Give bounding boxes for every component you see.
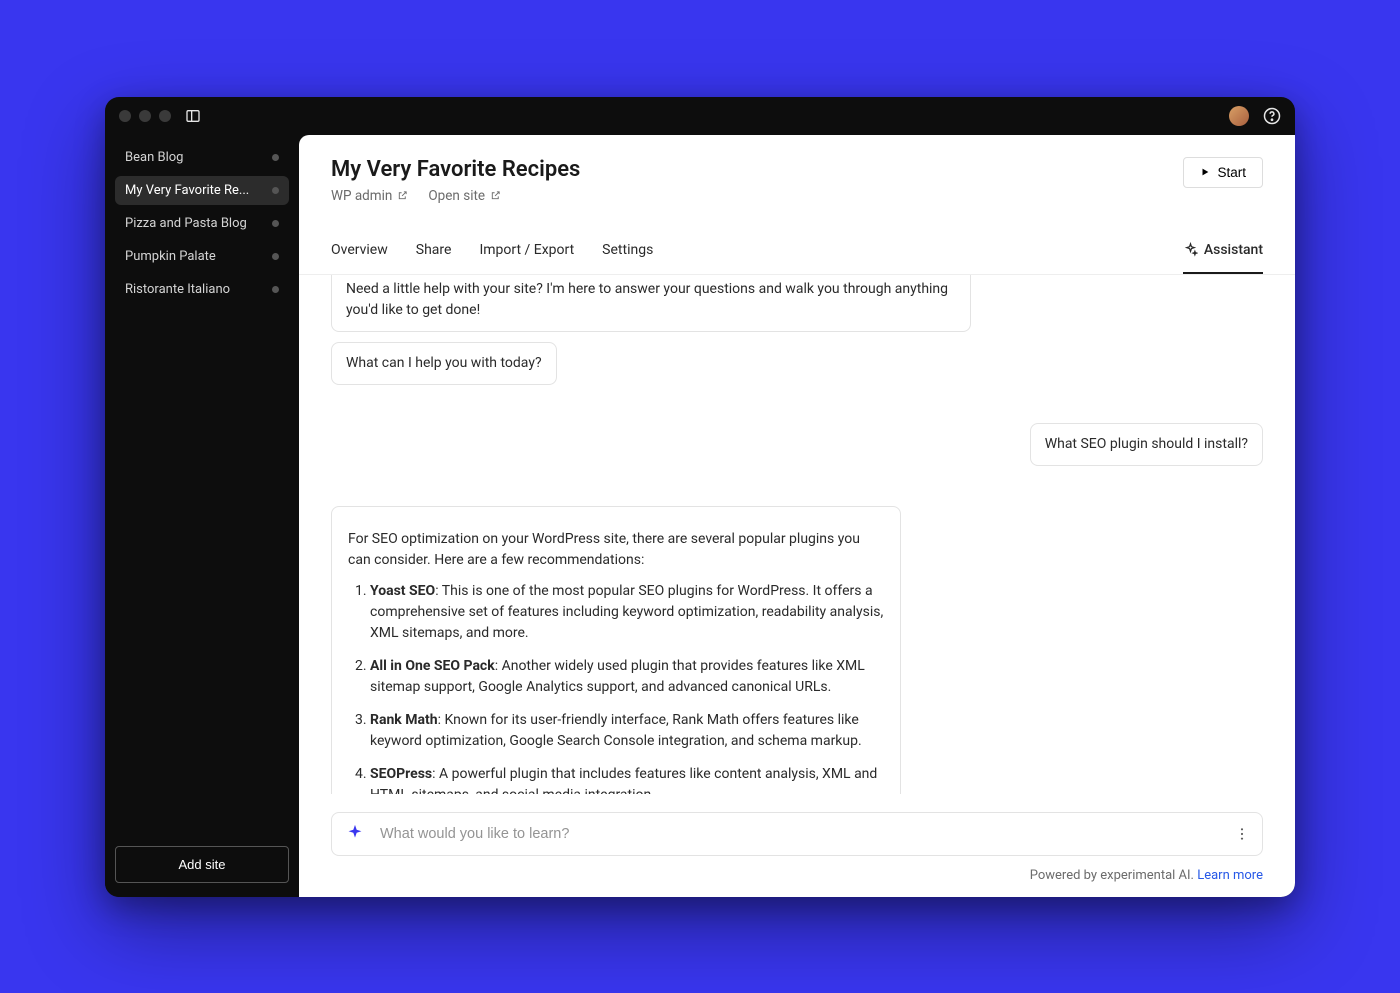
maximize-window-button[interactable] [159, 110, 171, 122]
wp-admin-link[interactable]: WP admin [331, 188, 408, 204]
status-dot-icon [272, 253, 279, 260]
status-dot-icon [272, 286, 279, 293]
status-dot-icon [272, 187, 279, 194]
avatar[interactable] [1229, 106, 1249, 126]
close-window-button[interactable] [119, 110, 131, 122]
sidebar-site-item[interactable]: Pumpkin Palate [115, 242, 289, 271]
link-label: Open site [428, 188, 485, 204]
list-item: Yoast SEO: This is one of the most popul… [370, 581, 884, 644]
page-title: My Very Favorite Recipes [331, 157, 580, 182]
tab-assistant[interactable]: Assistant [1183, 232, 1263, 274]
traffic-lights [119, 110, 171, 122]
start-button[interactable]: Start [1183, 157, 1263, 188]
sparkle-icon [1183, 242, 1198, 257]
sidebar-site-label: Pizza and Pasta Blog [125, 216, 262, 231]
help-icon[interactable] [1263, 107, 1281, 125]
status-dot-icon [272, 220, 279, 227]
add-site-button[interactable]: Add site [115, 846, 289, 883]
tab-share[interactable]: Share [416, 232, 452, 274]
footer-text: Powered by experimental AI. [1030, 868, 1198, 883]
tab-import-export[interactable]: Import / Export [479, 232, 574, 274]
sidebar-toggle-button[interactable] [185, 108, 201, 124]
user-message: What SEO plugin should I install? [1030, 423, 1263, 466]
sidebar-site-item[interactable]: My Very Favorite Re... [115, 176, 289, 205]
more-options-button[interactable] [1234, 826, 1250, 842]
minimize-window-button[interactable] [139, 110, 151, 122]
play-icon [1200, 167, 1210, 177]
message-text: What SEO plugin should I install? [1045, 436, 1248, 452]
list-item: All in One SEO Pack: Another widely used… [370, 656, 884, 698]
link-label: WP admin [331, 188, 392, 204]
sidebar-site-label: My Very Favorite Re... [125, 183, 262, 198]
plugin-list: Yoast SEO: This is one of the most popul… [348, 581, 884, 794]
assistant-message: For SEO optimization on your WordPress s… [331, 506, 901, 794]
sidebar-site-label: Bean Blog [125, 150, 262, 165]
sidebar-site-item[interactable]: Pizza and Pasta Blog [115, 209, 289, 238]
learn-more-link[interactable]: Learn more [1197, 868, 1263, 883]
sidebar: Bean Blog My Very Favorite Re... Pizza a… [105, 135, 299, 897]
assistant-message: Need a little help with your site? I'm h… [331, 275, 971, 332]
sidebar-site-item[interactable]: Bean Blog [115, 143, 289, 172]
list-item: SEOPress: A powerful plugin that include… [370, 764, 884, 794]
message-text: Need a little help with your site? I'm h… [346, 281, 948, 318]
start-button-label: Start [1217, 165, 1246, 180]
open-site-link[interactable]: Open site [428, 188, 501, 204]
assistant-message: What can I help you with today? [331, 342, 557, 385]
tab-label: Assistant [1204, 242, 1263, 258]
sparkle-icon [344, 823, 366, 845]
titlebar [105, 97, 1295, 135]
chat-input[interactable] [380, 826, 1220, 842]
external-link-icon [397, 190, 408, 201]
chat-content[interactable]: Need a little help with your site? I'm h… [299, 275, 1295, 794]
tab-overview[interactable]: Overview [331, 232, 388, 274]
status-dot-icon [272, 154, 279, 161]
page-header: My Very Favorite Recipes WP admin Open s… [299, 135, 1295, 204]
list-item: Rank Math: Known for its user-friendly i… [370, 710, 884, 752]
tabs: Overview Share Import / Export Settings … [299, 232, 1295, 275]
external-link-icon [490, 190, 501, 201]
sidebar-site-item[interactable]: Ristorante Italiano [115, 275, 289, 304]
sidebar-site-label: Pumpkin Palate [125, 249, 262, 264]
chat-input-row [331, 812, 1263, 856]
sidebar-site-label: Ristorante Italiano [125, 282, 262, 297]
app-window: Bean Blog My Very Favorite Re... Pizza a… [105, 97, 1295, 897]
main-panel: My Very Favorite Recipes WP admin Open s… [299, 135, 1295, 897]
tab-settings[interactable]: Settings [602, 232, 653, 274]
footer-note: Powered by experimental AI. Learn more [299, 864, 1295, 897]
message-text: What can I help you with today? [346, 355, 542, 371]
answer-intro: For SEO optimization on your WordPress s… [348, 529, 884, 571]
